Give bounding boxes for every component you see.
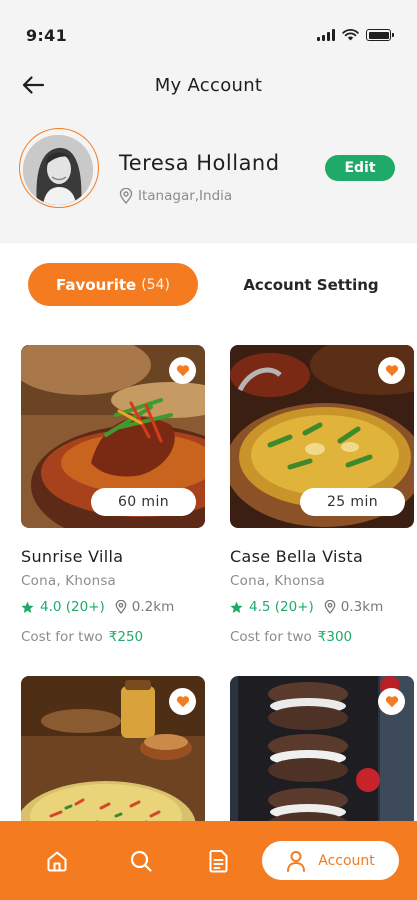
price: ₹250 [108,629,144,645]
rating-value: 4.0 (20+) [40,599,105,615]
signal-icon [317,29,335,41]
home-icon [47,851,67,872]
wifi-icon [342,29,359,41]
restaurant-name[interactable]: Case Bella Vista [230,547,363,566]
nav-account[interactable]: Account [262,841,399,880]
arrow-left-icon [22,76,45,94]
rating-value: 4.5 (20+) [249,599,314,615]
distance-value: 0.3km [340,599,384,615]
status-bar: 9:41 [0,0,417,62]
restaurant-area: Cona, Khonsa [21,573,117,589]
back-button[interactable] [18,71,48,99]
profile-location-text: Itanagar,India [138,188,233,204]
star-icon [230,601,243,613]
cost-for-two: Cost for two ₹250 [21,629,143,645]
nav-orders[interactable] [204,846,234,876]
nav-account-label: Account [318,852,375,869]
nav-home[interactable] [42,846,72,876]
distance-value: 0.2km [131,599,175,615]
favourite-button[interactable] [169,357,196,384]
delivery-time-badge: 25 min [300,488,405,516]
heart-icon [176,696,189,708]
main-content: Favourite (54) Account Setting 60 min Su… [0,243,417,900]
rating: 4.5 (20+) [230,599,314,615]
edit-profile-button[interactable]: Edit [325,155,395,181]
status-icons [317,21,394,41]
avatar[interactable] [23,135,93,205]
distance: 0.3km [324,599,383,615]
profile-section: Teresa Holland Itanagar,India Edit [0,118,417,228]
restaurant-photo[interactable]: 60 min [21,345,205,528]
price: ₹300 [317,629,353,645]
restaurant-name[interactable]: Sunrise Villa [21,547,123,566]
restaurant-photo[interactable]: 25 min [230,345,414,528]
battery-icon [366,29,394,41]
account-icon [287,850,306,872]
bottom-nav: Account [0,821,417,900]
favourite-button[interactable] [169,688,196,715]
cost-label: Cost for two [21,629,103,645]
cost-for-two: Cost for two ₹300 [230,629,352,645]
location-pin-icon [119,188,133,204]
restaurant-area: Cona, Khonsa [230,573,326,589]
tab-account-setting[interactable]: Account Setting [226,263,396,306]
rating: 4.0 (20+) [21,599,105,615]
tab-bar: Favourite (54) Account Setting [0,243,417,323]
tab-favourite[interactable]: Favourite (54) [28,263,198,306]
page-header: My Account [0,62,417,108]
restaurant-meta: 4.5 (20+) 0.3km [230,599,414,615]
cost-label: Cost for two [230,629,312,645]
favourite-button[interactable] [378,357,405,384]
tab-favourite-count: (54) [141,276,170,293]
nav-search[interactable] [126,846,156,876]
distance: 0.2km [115,599,174,615]
location-pin-icon [324,600,336,614]
delivery-time-badge: 60 min [91,488,196,516]
heart-icon [385,365,398,377]
favourite-button[interactable] [378,688,405,715]
profile-name: Teresa Holland [119,151,280,175]
heart-icon [385,696,398,708]
profile-location: Itanagar,India [119,188,232,204]
tab-favourite-label: Favourite [56,275,137,294]
location-pin-icon [115,600,127,614]
search-icon [130,850,152,872]
restaurant-meta: 4.0 (20+) 0.2km [21,599,205,615]
heart-icon [176,365,189,377]
page-title: My Account [154,74,263,96]
orders-icon [209,850,228,873]
status-time: 9:41 [26,25,67,45]
star-icon [21,601,34,613]
